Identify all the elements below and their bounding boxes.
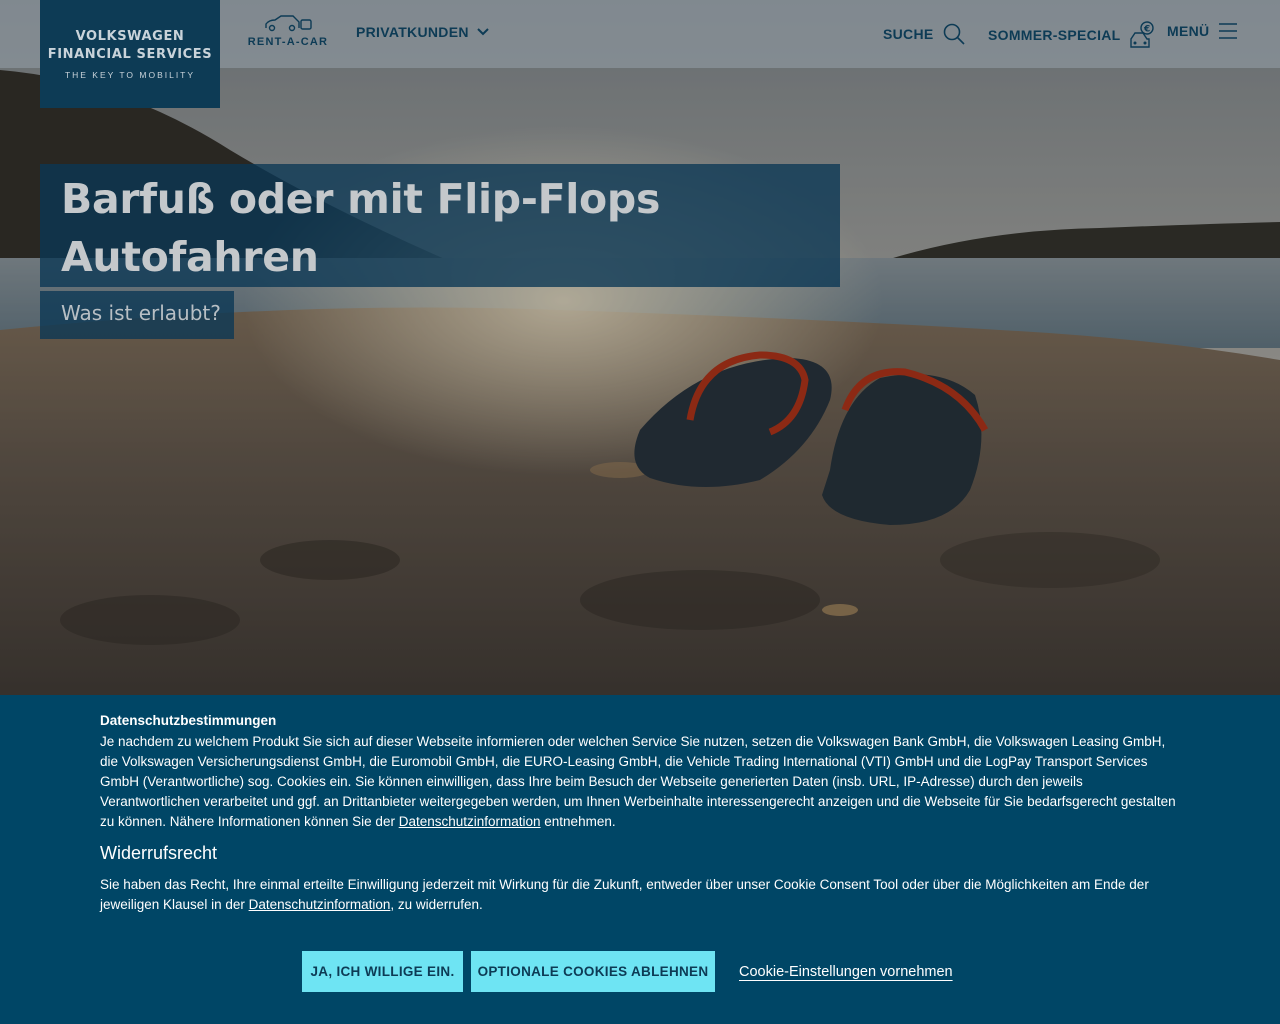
widerruf-text-end: , zu widerrufen. <box>390 897 483 912</box>
vw-fs-logo[interactable]: VOLKSWAGEN FINANCIAL SERVICES THE KEY TO… <box>40 0 220 108</box>
nav-sommer-special[interactable]: SOMMER-SPECIAL € <box>988 21 1155 49</box>
hamburger-icon <box>1219 23 1238 39</box>
hero-headline-line-2: Autofahren <box>61 233 319 281</box>
logo-tagline: THE KEY TO MOBILITY <box>64 70 196 80</box>
cookie-actions: JA, ICH WILLIGE EIN. OPTIONALE COOKIES A… <box>302 951 953 992</box>
nav-menu-label: MENÜ <box>1167 23 1210 39</box>
hero-headline: Barfuß oder mit Flip-Flops Autofahren <box>61 170 840 286</box>
widerruf-heading: Widerrufsrecht <box>100 843 218 863</box>
cookie-banner: Datenschutzbestimmungen Je nachdem zu we… <box>0 695 1280 1024</box>
decline-optional-cookies-button[interactable]: OPTIONALE COOKIES ABLEHNEN <box>471 951 715 992</box>
svg-text:€: € <box>1143 25 1151 35</box>
cookie-text-main: Je nachdem zu welchem Produkt Sie sich a… <box>100 734 1176 829</box>
hero-subline-box: Was ist erlaubt? <box>40 291 234 339</box>
logo-line-1: VOLKSWAGEN <box>75 29 185 44</box>
chevron-down-icon <box>477 28 489 36</box>
rent-a-car-label: RENT-A-CAR <box>247 36 329 48</box>
nav-sommer-special-label: SOMMER-SPECIAL <box>988 27 1121 43</box>
hero-headline-box: Barfuß oder mit Flip-Flops Autofahren <box>40 164 840 287</box>
cookie-text-end: entnehmen. <box>540 814 616 829</box>
car-euro-icon: € <box>1129 21 1154 48</box>
car-key-icon <box>265 15 312 32</box>
nav-privatkunden[interactable]: PRIVATKUNDEN <box>356 24 489 40</box>
rent-a-car-link[interactable]: RENT-A-CAR <box>246 12 330 58</box>
accept-cookies-button[interactable]: JA, ICH WILLIGE EIN. <box>302 951 463 992</box>
cookie-text: Je nachdem zu welchem Produkt Sie sich a… <box>100 732 1180 832</box>
nav-privatkunden-label: PRIVATKUNDEN <box>356 24 469 40</box>
hero-subline: Was ist erlaubt? <box>61 301 221 325</box>
logo-line-2: FINANCIAL SERVICES <box>47 47 213 62</box>
cookie-settings-link[interactable]: Cookie-Einstellungen vornehmen <box>739 964 953 980</box>
search-icon <box>943 23 965 45</box>
nav-menu[interactable]: MENÜ <box>1167 22 1239 40</box>
nav-search[interactable]: SUCHE <box>883 22 966 46</box>
nav-search-label: SUCHE <box>883 26 934 42</box>
widerruf-text: Sie haben das Recht, Ihre einmal erteilt… <box>100 875 1180 915</box>
privacy-info-link[interactable]: Datenschutzinformation <box>399 814 541 829</box>
privacy-info-link-2[interactable]: Datenschutzinformation <box>249 897 391 912</box>
cookie-title: Datenschutzbestimmungen <box>100 713 277 728</box>
hero-headline-line-1: Barfuß oder mit Flip-Flops <box>61 175 661 223</box>
